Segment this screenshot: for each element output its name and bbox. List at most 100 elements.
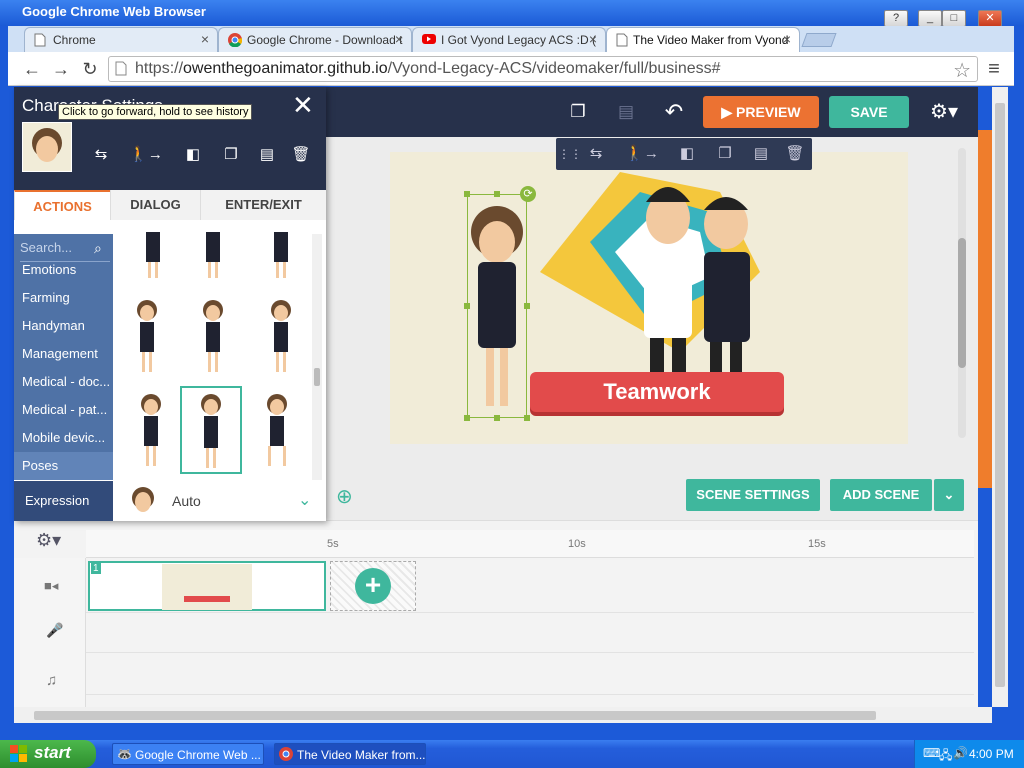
forward-tooltip: Click to go forward, hold to see history [58,104,253,120]
tab-enter-exit[interactable]: ENTER/EXIT [200,190,326,220]
close-tab-icon[interactable]: × [395,31,403,47]
close-tab-icon[interactable]: × [201,31,209,47]
youtube-icon [422,33,436,47]
paste-icon[interactable]: ▤ [746,138,776,170]
category-item-selected[interactable]: Poses [22,458,58,473]
pose-thumbnail-selected[interactable] [180,386,242,474]
resize-handle[interactable] [494,415,500,421]
expression-label: Expression [14,481,113,521]
volume-icon[interactable]: 🔊 [953,746,968,760]
paste-icon[interactable]: ▤ [606,96,646,128]
back-arrow-icon[interactable]: ← [20,58,44,80]
forward-arrow-icon[interactable]: → [49,58,73,80]
start-button[interactable]: start [0,740,96,768]
flip-icon[interactable]: ◧ [180,140,206,170]
clock[interactable]: 4:00 PM [969,747,1014,761]
motion-path-icon[interactable]: 🚶→ [620,138,664,170]
reload-icon[interactable]: ↻ [78,58,102,80]
undo-icon[interactable]: ↶ [654,96,694,128]
tab-video-maker[interactable]: The Video Maker from Vyond × [606,27,800,53]
pose-scrollbar[interactable] [312,234,322,480]
start-label: start [34,743,71,762]
resize-handle[interactable] [464,415,470,421]
add-scene-button[interactable]: ADD SCENE [830,479,932,511]
tab-youtube[interactable]: I Got Vyond Legacy ACS :D ( × [412,27,606,52]
play-circle-icon: ▶ [721,104,737,120]
copy-icon[interactable]: ❐ [710,138,740,170]
category-item[interactable]: Management [22,346,98,361]
scene-thumbnail[interactable]: 1 [88,561,326,611]
tab-label: The Video Maker from Vyond [633,33,789,47]
copy-icon[interactable]: ❐ [558,96,598,128]
address-bar[interactable]: https://owenthegoanimator.github.io/Vyon… [108,56,978,82]
track-divider [86,612,974,613]
pose-thumbnail[interactable] [258,296,304,376]
tab-chrome[interactable]: Chrome × [24,27,218,52]
resize-handle[interactable] [464,191,470,197]
resize-handle[interactable] [524,415,530,421]
copy-icon[interactable]: ❐ [218,140,244,170]
close-button[interactable]: ✕ [978,10,1002,27]
delete-trash-icon[interactable]: 🗑 [780,138,810,170]
maximize-button[interactable]: □ [942,10,966,27]
system-tray: ⌨ 🖧 🔊 4:00 PM [914,740,1024,768]
title-bar: Google Chrome Web Browser [0,0,1024,26]
flip-icon[interactable]: ◧ [672,138,702,170]
motion-path-icon[interactable]: 🚶→ [126,140,166,170]
close-panel-icon[interactable]: ✕ [292,90,314,121]
rotate-handle-icon[interactable]: ⟳ [520,186,536,202]
resize-handle[interactable] [464,303,470,309]
swap-character-icon[interactable]: ⇆ [88,140,114,170]
category-item[interactable]: Handyman [22,318,85,333]
url-path: /Vyond-Legacy-ACS/videomaker/full/busine… [387,60,721,77]
keyboard-icon[interactable]: ⌨ [923,746,940,760]
resize-handle[interactable] [494,191,500,197]
zoom-in-icon[interactable]: ⊕ [336,484,353,509]
expression-select[interactable]: Auto [172,493,201,509]
page-horizontal-scrollbar[interactable] [14,707,992,723]
delete-trash-icon[interactable]: 🗑 [288,140,314,170]
pose-thumbnail[interactable] [254,390,300,470]
bookmark-star-icon[interactable]: ☆ [953,58,971,83]
settings-gear-icon[interactable]: ⚙▾ [924,96,964,128]
menu-icon[interactable]: ≡ [982,58,1006,80]
save-button[interactable]: SAVE [829,96,909,128]
taskbar-item-chrome[interactable]: 🦝 Google Chrome Web ... [112,743,264,765]
close-tab-icon[interactable]: × [783,31,791,47]
chevron-down-icon[interactable]: ⌄ [298,490,311,510]
tab-actions[interactable]: ACTIONS [14,190,110,220]
network-icon[interactable]: 🖧 [939,746,952,767]
category-item[interactable]: Medical - pat... [22,402,107,417]
pose-thumbnail[interactable] [190,296,236,376]
chevron-down-icon[interactable]: ⌄ [934,479,964,511]
category-item[interactable]: Mobile devic... [22,430,105,445]
category-item[interactable]: Farming [22,290,70,305]
pose-thumbnail[interactable] [128,390,174,470]
pose-thumbnail[interactable] [124,296,170,376]
plus-icon: + [355,568,391,604]
timeline-ruler[interactable] [86,530,974,558]
track-divider [86,694,974,695]
help-button[interactable]: ? [884,10,908,27]
tab-download[interactable]: Google Chrome - Download t × [218,27,412,52]
timeline-settings-gear-icon[interactable]: ⚙▾ [36,530,61,551]
category-item[interactable]: Medical - doc... [22,374,110,389]
minimize-button[interactable]: _ [918,10,942,27]
swap-character-icon[interactable]: ⇆ [580,138,612,170]
scene-settings-button[interactable]: SCENE SETTINGS [686,479,820,511]
add-scene-slot[interactable]: + [330,561,416,611]
paste-icon[interactable]: ▤ [254,140,280,170]
new-tab-button[interactable] [801,33,837,47]
page-icon [616,33,630,47]
stage-scrollbar[interactable] [958,148,966,438]
close-tab-icon[interactable]: × [589,31,597,47]
category-item[interactable]: Emotions [22,262,76,277]
preview-button[interactable]: ▶ PREVIEW [703,96,819,128]
drag-grip-icon[interactable]: ⋮⋮ [558,138,582,170]
microphone-icon: 🎤 [46,622,64,638]
taskbar-item-video-maker[interactable]: The Video Maker from... [274,743,426,765]
page-vertical-scrollbar[interactable] [992,87,1008,707]
selection-box[interactable] [467,194,527,418]
resize-handle[interactable] [524,303,530,309]
tab-dialog[interactable]: DIALOG [110,190,200,220]
